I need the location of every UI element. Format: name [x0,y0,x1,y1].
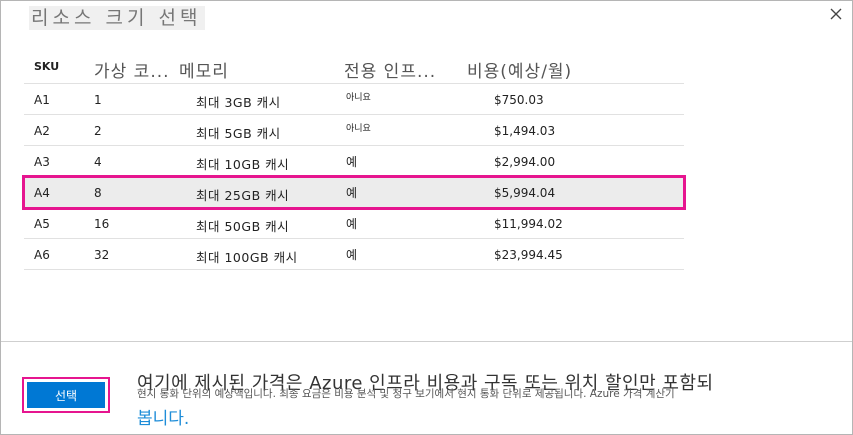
footer-divider [1,341,852,342]
column-header-memory[interactable]: 메모리 [179,57,229,82]
cell-sku: A5 [34,217,50,231]
cell-cost: $1,494.03 [494,124,556,138]
cell-vcpu: 4 [94,155,102,169]
cell-cost: $2,994.00 [494,155,556,169]
cell-dedicated: 예 [346,248,358,262]
pricing-note-line2: 현지 통화 단위의 예상액입니다. 최종 요금은 비용 분석 및 청구 보기에서… [137,388,675,400]
table-row[interactable]: A3 4 최대 10GB 캐시 예 $2,994.00 [24,146,684,177]
column-header-dedicated[interactable]: 전용 인프... [344,57,436,82]
column-header-cost[interactable]: 비용(예상/월) [467,57,572,82]
cell-dedicated: 예 [346,217,358,231]
cell-memory: 최대 100GB 캐시 [196,250,298,265]
cell-vcpu: 16 [94,217,110,231]
resource-size-dialog: 리소스 크기 선택 SKU 가상 코... 메모리 전용 인프... 비용(예상… [0,0,853,435]
cell-sku: A1 [34,93,50,107]
table-row-selected[interactable]: A4 8 최대 25GB 캐시 예 $5,994.04 [22,175,686,210]
select-button-highlight: 선택 [22,377,110,413]
table-row[interactable]: A2 2 최대 5GB 캐시 아니요 $1,494.03 [24,115,684,146]
cell-vcpu: 1 [94,93,102,107]
cell-memory: 최대 3GB 캐시 [196,95,281,110]
cell-sku: A3 [34,155,50,169]
cell-vcpu: 2 [94,124,102,138]
cell-memory: 최대 25GB 캐시 [196,188,290,203]
table-row[interactable]: A1 1 최대 3GB 캐시 아니요 $750.03 [24,84,684,115]
cell-cost: $11,994.02 [494,217,563,231]
select-button[interactable]: 선택 [27,382,105,408]
cell-memory: 최대 10GB 캐시 [196,157,290,172]
close-icon[interactable] [826,5,846,25]
cell-memory: 최대 50GB 캐시 [196,219,290,234]
cell-sku: A6 [34,248,50,262]
cell-vcpu: 32 [94,248,110,262]
cell-dedicated: 예 [346,155,358,169]
table-row[interactable]: A6 32 최대 100GB 캐시 예 $23,994.45 [24,239,684,270]
sku-table: SKU 가상 코... 메모리 전용 인프... 비용(예상/월) A1 1 최… [22,53,686,270]
cell-sku: A2 [34,124,50,138]
table-header: SKU 가상 코... 메모리 전용 인프... 비용(예상/월) [24,53,684,84]
dialog-title: 리소스 크기 선택 [29,6,206,30]
cell-sku: A4 [34,186,50,200]
column-header-vcpu[interactable]: 가상 코... [94,57,170,82]
cell-cost: $5,994.04 [494,186,556,200]
table-row[interactable]: A5 16 최대 50GB 캐시 예 $11,994.02 [24,208,684,239]
cell-vcpu: 8 [94,186,102,200]
cell-cost: $23,994.45 [494,248,563,262]
cell-memory: 최대 5GB 캐시 [196,126,281,141]
cell-dedicated: 아니요 [346,124,371,134]
pricing-calculator-link[interactable]: 봅니다. [137,404,189,429]
column-header-sku[interactable]: SKU [34,60,59,73]
cell-dedicated: 예 [346,186,358,200]
cell-dedicated: 아니요 [346,93,371,103]
cell-cost: $750.03 [494,93,544,107]
